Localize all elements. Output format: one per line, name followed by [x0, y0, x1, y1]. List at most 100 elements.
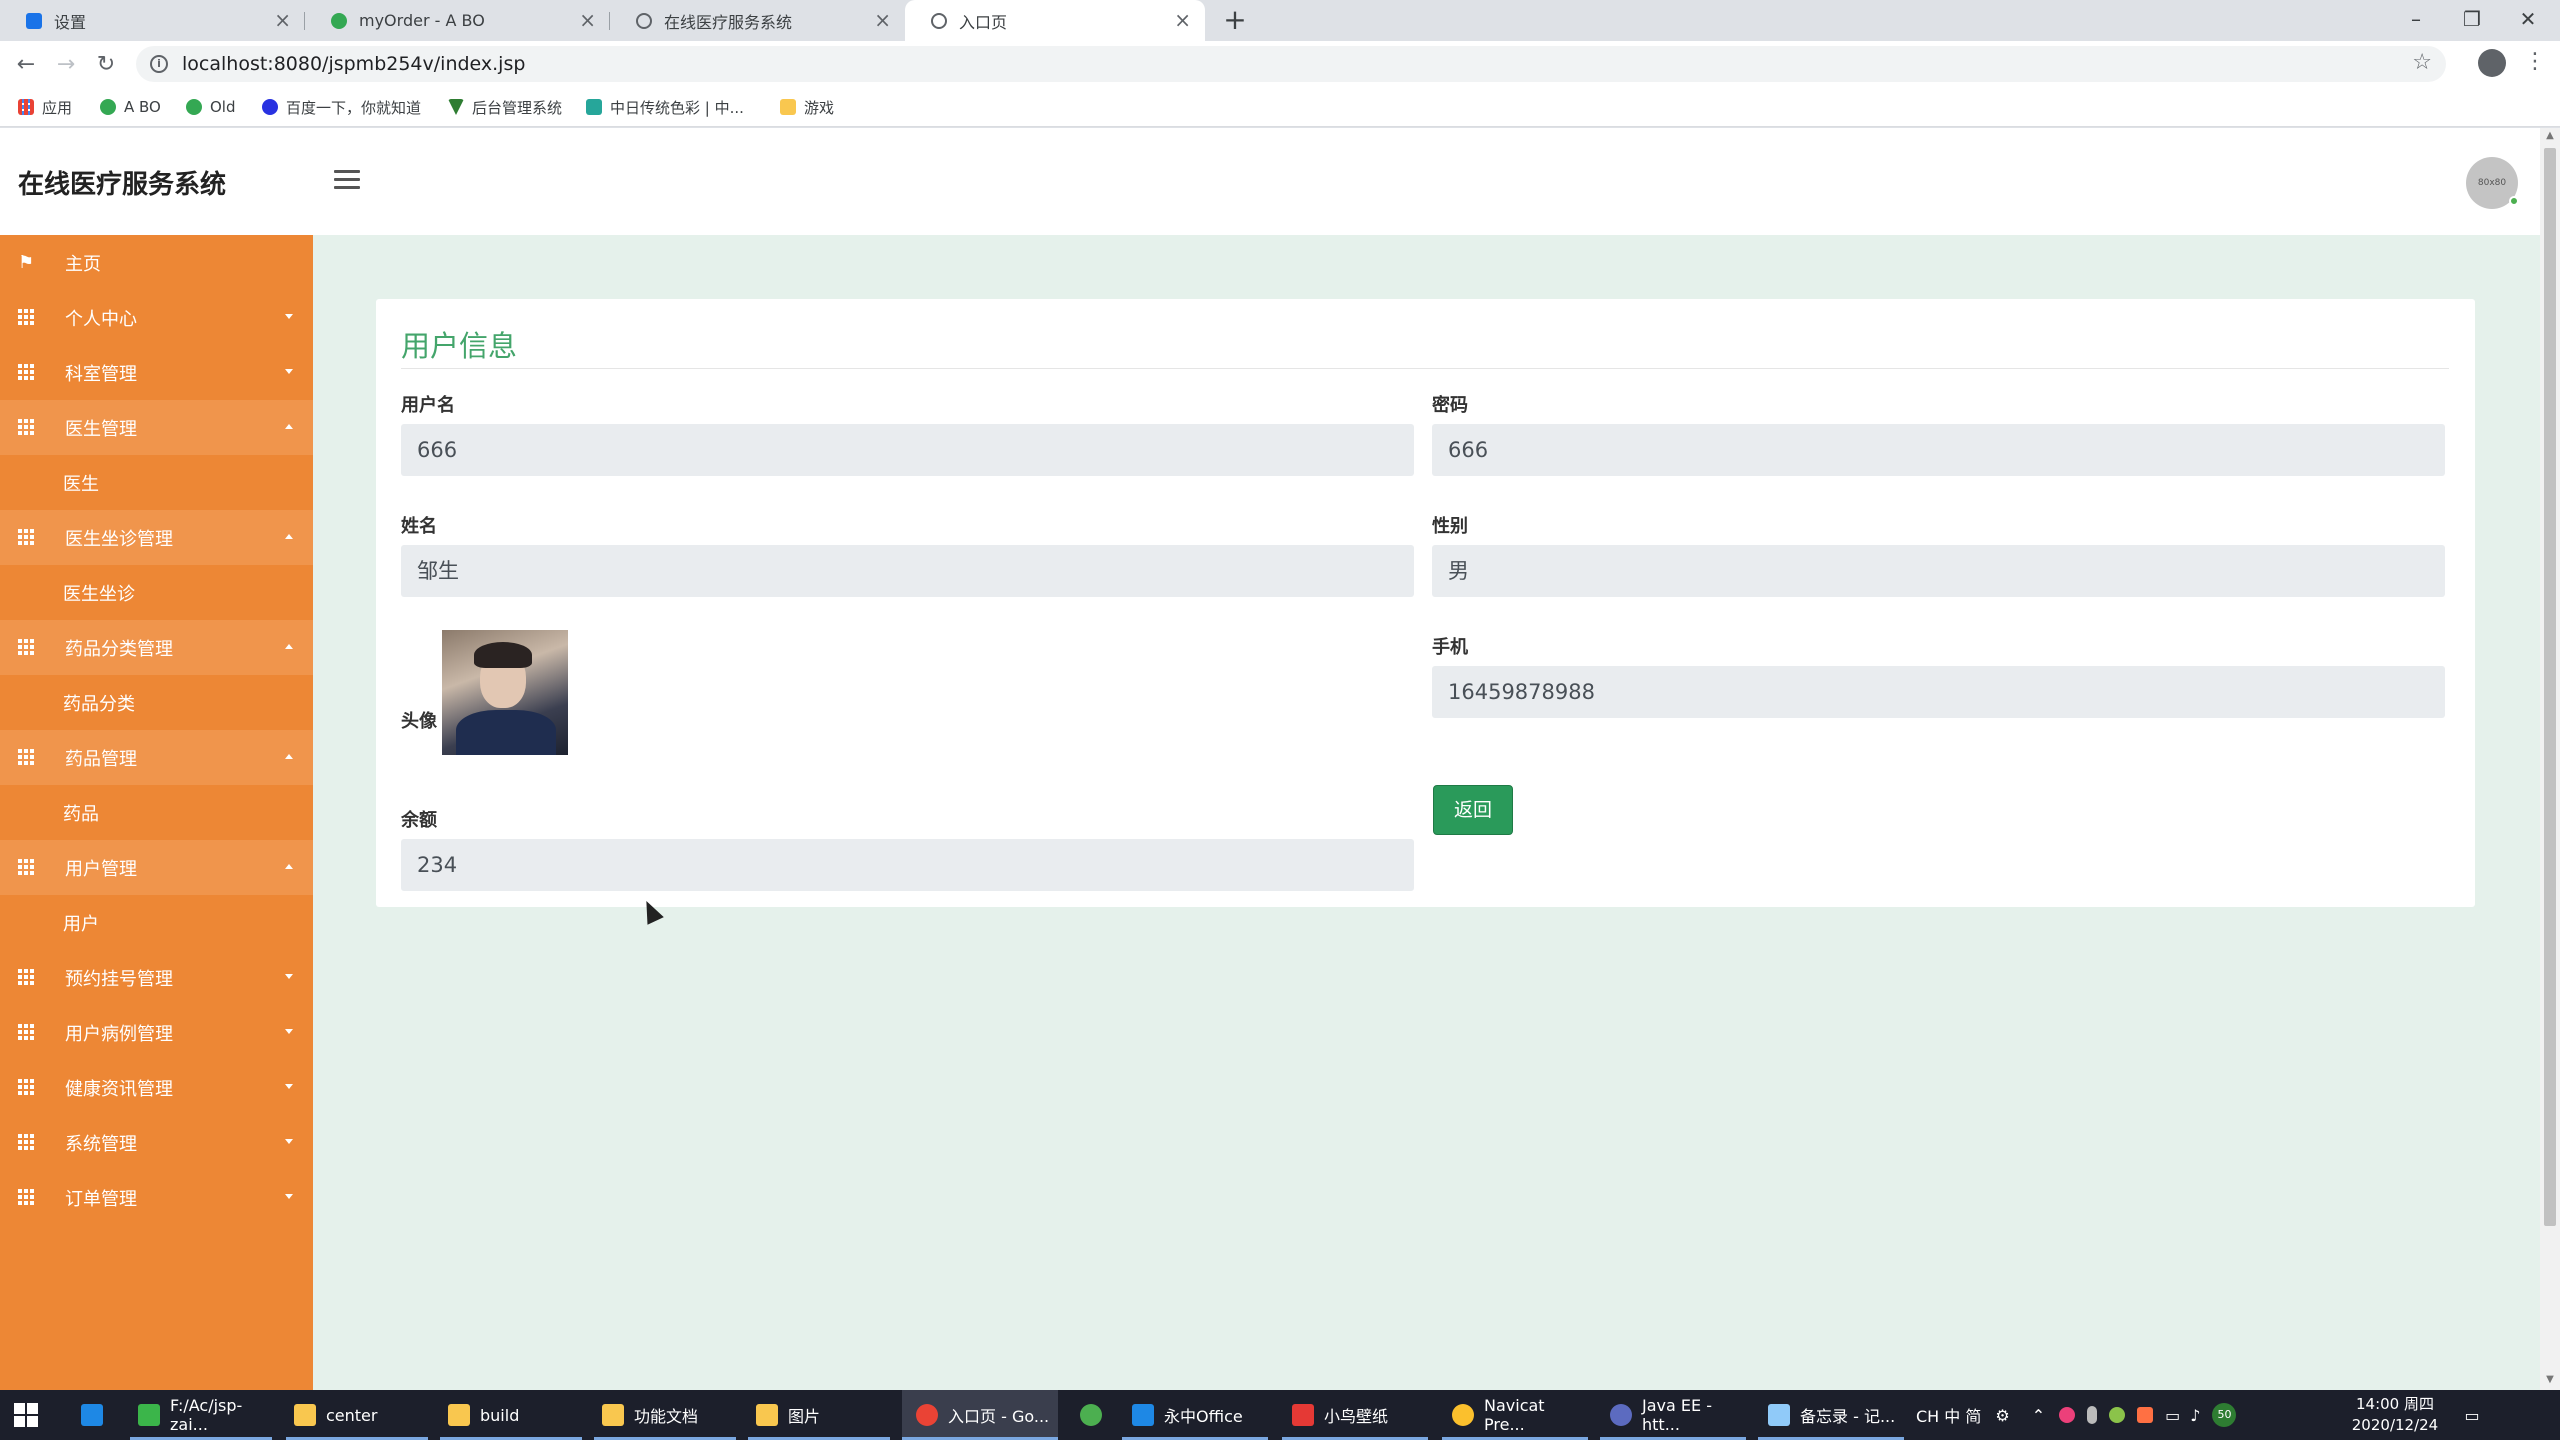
- reload-icon[interactable]: ↻: [90, 49, 122, 81]
- show-desktop-button[interactable]: [2500, 1390, 2560, 1440]
- tray-expand-icon[interactable]: ⌃: [2032, 1406, 2045, 1425]
- bookmark-abo[interactable]: A BO: [100, 87, 161, 127]
- windows-start-icon[interactable]: [14, 1403, 38, 1427]
- sidebar-item-system[interactable]: 系统管理: [0, 1115, 313, 1170]
- taskbar-store[interactable]: [70, 1390, 114, 1440]
- volume-icon[interactable]: ♪: [2190, 1406, 2200, 1425]
- browser-tab-entry[interactable]: 入口页 ×: [905, 0, 1205, 41]
- sidebar-item-drug-category-management[interactable]: 药品分类管理: [0, 620, 313, 675]
- app-tray-icon[interactable]: [2109, 1407, 2126, 1423]
- taskbar-wallpaper[interactable]: 小鸟壁纸: [1282, 1390, 1428, 1440]
- browser-tab-myorder[interactable]: myOrder - A BO ×: [305, 0, 610, 41]
- sidebar-item-medical-records[interactable]: 用户病例管理: [0, 1005, 313, 1060]
- sidebar-subitem-drug-category[interactable]: 药品分类: [0, 675, 313, 730]
- taskbar-chrome[interactable]: 入口页 - Go...: [902, 1390, 1058, 1440]
- caret-down-icon: [285, 1194, 293, 1199]
- taskbar-pictures[interactable]: 图片: [748, 1390, 890, 1440]
- bookmark-apps[interactable]: 应用: [18, 87, 72, 127]
- settings-icon[interactable]: ⚙: [1995, 1406, 2009, 1425]
- folder-icon: [756, 1404, 778, 1426]
- notepad-icon: [1768, 1404, 1790, 1426]
- grid-icon: [18, 859, 34, 875]
- close-icon[interactable]: ×: [579, 9, 596, 31]
- sidebar-item-user-management[interactable]: 用户管理: [0, 840, 313, 895]
- store-icon: [81, 1404, 103, 1426]
- network-icon[interactable]: ▭: [2165, 1406, 2180, 1425]
- bookmark-old[interactable]: Old: [186, 87, 236, 127]
- taskbar-app[interactable]: [1066, 1390, 1116, 1440]
- avatar[interactable]: 80x80: [2466, 157, 2519, 209]
- security-icon[interactable]: [2137, 1407, 2154, 1423]
- window-close-icon[interactable]: ✕: [2500, 0, 2556, 38]
- hamburger-menu-icon[interactable]: [334, 170, 360, 192]
- password-field[interactable]: 666: [1432, 424, 2445, 476]
- grid-icon: [18, 1134, 34, 1150]
- sidebar-item-department[interactable]: 科室管理: [0, 345, 313, 400]
- sidebar-item-health-news[interactable]: 健康资讯管理: [0, 1060, 313, 1115]
- minimize-icon[interactable]: –: [2388, 0, 2444, 38]
- username-field[interactable]: 666: [401, 424, 1414, 476]
- taskbar-office[interactable]: 永中Office: [1122, 1390, 1268, 1440]
- notification-center-icon[interactable]: ▭: [2452, 1390, 2492, 1440]
- sidebar-item-doctor-management[interactable]: 医生管理: [0, 400, 313, 455]
- sidebar-item-orders[interactable]: 订单管理: [0, 1170, 313, 1225]
- page-viewport: 在线医疗服务系统 80x80 ⚑ 主页 个人中心 科室管理 医生管理 医生 医生…: [0, 128, 2540, 1390]
- sidebar-item-label: 医生坐诊管理: [65, 528, 173, 550]
- omnibox[interactable]: i localhost:8080/jspmb254v/index.jsp ☆: [136, 46, 2446, 82]
- back-button[interactable]: 返回: [1433, 785, 1513, 835]
- kebab-menu-icon[interactable]: ⋮: [2524, 46, 2546, 80]
- taskbar-label: 小鸟壁纸: [1324, 1407, 1389, 1426]
- sidebar-item-appointment[interactable]: 预约挂号管理: [0, 950, 313, 1005]
- balance-field[interactable]: 234: [401, 839, 1414, 891]
- close-icon[interactable]: ×: [274, 9, 291, 31]
- sidebar-subitem-consultation[interactable]: 医生坐诊: [0, 565, 313, 620]
- browser-tab-settings[interactable]: 设置 ×: [0, 0, 305, 41]
- microphone-icon[interactable]: [2087, 1406, 2098, 1424]
- name-field[interactable]: 邹生: [401, 545, 1414, 597]
- taskbar-eclipse[interactable]: Java EE - htt...: [1600, 1390, 1746, 1440]
- bookmark-label: Old: [210, 98, 236, 116]
- taskbar-center[interactable]: center: [286, 1390, 428, 1440]
- flower-icon[interactable]: [2059, 1407, 2076, 1423]
- bookmark-games[interactable]: 游戏: [780, 87, 834, 127]
- phone-field[interactable]: 16459878988: [1432, 666, 2445, 718]
- taskbar-clock[interactable]: 14:00 周四 2020/12/24: [2350, 1394, 2440, 1436]
- scroll-down-icon[interactable]: ▼: [2544, 1374, 2556, 1388]
- bookmark-baidu[interactable]: 百度一下，你就知道: [262, 87, 421, 127]
- ime-indicator[interactable]: CH 中 简: [1916, 1403, 1981, 1427]
- restore-icon[interactable]: ❐: [2444, 0, 2500, 38]
- sidebar-item-drug-management[interactable]: 药品管理: [0, 730, 313, 785]
- sidebar-item-home[interactable]: ⚑ 主页: [0, 235, 313, 290]
- new-tab-button[interactable]: +: [1219, 4, 1251, 36]
- profile-avatar-icon[interactable]: [2478, 49, 2506, 77]
- sidebar-subitem-user[interactable]: 用户: [0, 895, 313, 950]
- name-label: 姓名: [401, 516, 437, 537]
- info-icon[interactable]: i: [150, 55, 168, 73]
- gender-field[interactable]: 男: [1432, 545, 2445, 597]
- sidebar-subitem-doctor[interactable]: 医生: [0, 455, 313, 510]
- grid-icon: [18, 529, 34, 545]
- taskbar-notepad[interactable]: 备忘录 - 记...: [1758, 1390, 1904, 1440]
- sidebar-item-personal-center[interactable]: 个人中心: [0, 290, 313, 345]
- sidebar-item-consultation-management[interactable]: 医生坐诊管理: [0, 510, 313, 565]
- taskbar-build[interactable]: build: [440, 1390, 582, 1440]
- tab-title: myOrder - A BO: [359, 11, 485, 30]
- taskbar-navicat[interactable]: Navicat Pre...: [1442, 1390, 1588, 1440]
- scroll-up-icon[interactable]: ▲: [2544, 130, 2556, 144]
- bookmark-colors[interactable]: 中日传统色彩 | 中...: [586, 87, 744, 127]
- star-icon[interactable]: ☆: [2412, 50, 2432, 75]
- taskbar-docs[interactable]: 功能文档: [594, 1390, 736, 1440]
- forward-icon[interactable]: →: [50, 49, 82, 81]
- grid-icon: [18, 1189, 34, 1205]
- bookmark-admin[interactable]: 后台管理系统: [448, 87, 562, 127]
- close-icon[interactable]: ×: [1174, 9, 1191, 31]
- url-text[interactable]: localhost:8080/jspmb254v/index.jsp: [182, 53, 525, 75]
- back-icon[interactable]: ←: [10, 49, 42, 81]
- page-scrollbar[interactable]: ▲ ▼: [2540, 128, 2560, 1390]
- taskbar-hbuilder[interactable]: F:/Ac/jsp-zai...: [130, 1390, 272, 1440]
- battery-badge[interactable]: 50: [2212, 1403, 2237, 1427]
- browser-tab-medical[interactable]: 在线医疗服务系统 ×: [610, 0, 905, 41]
- close-icon[interactable]: ×: [874, 9, 891, 31]
- sidebar-subitem-drug[interactable]: 药品: [0, 785, 313, 840]
- scrollbar-thumb[interactable]: [2544, 148, 2556, 1226]
